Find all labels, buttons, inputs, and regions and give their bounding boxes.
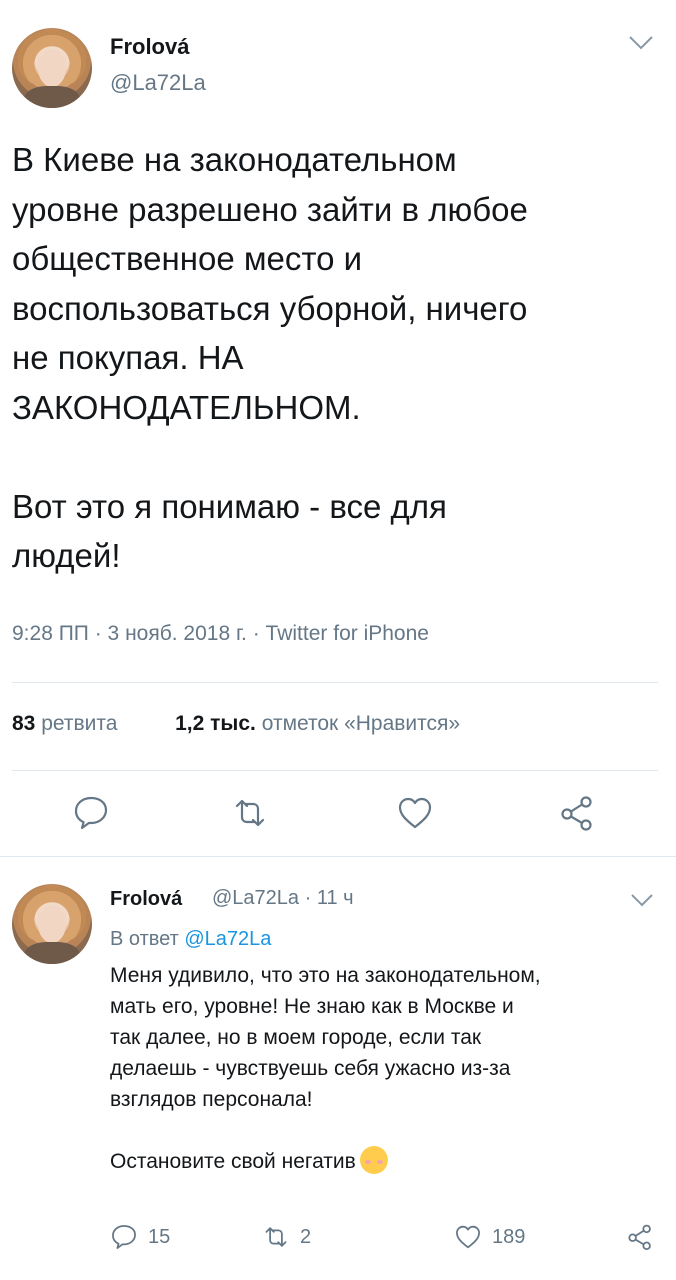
tweet-text: В Киеве на законодательном уровне разреш… bbox=[12, 141, 528, 574]
retweet-icon[interactable] bbox=[231, 794, 269, 832]
share-icon bbox=[628, 1224, 651, 1251]
likes-count[interactable]: 1,2 тыс. bbox=[175, 712, 256, 735]
reply-button[interactable]: 15 bbox=[110, 1222, 170, 1252]
retweet-icon bbox=[265, 1227, 287, 1247]
replying-to: В ответ @La72La bbox=[110, 928, 271, 951]
reply-count: 15 bbox=[148, 1225, 171, 1248]
heart-icon bbox=[456, 1225, 480, 1249]
tweet-stats: 83 ретвита 1,2 тыс. отметок «Нравится» bbox=[12, 712, 460, 736]
chevron-down-icon[interactable] bbox=[630, 892, 654, 908]
like-button[interactable]: 189 bbox=[454, 1222, 525, 1252]
reply-text-body: Меня удивило, что это на законодательном… bbox=[110, 964, 541, 1173]
reply-icon bbox=[112, 1225, 136, 1249]
replying-to-link[interactable]: @La72La bbox=[184, 928, 271, 950]
chevron-down-icon[interactable] bbox=[628, 34, 654, 52]
author-name[interactable]: Frolová bbox=[110, 34, 189, 60]
retweets-label[interactable]: ретвита bbox=[41, 712, 117, 735]
tweet-timestamp: 9:28 ПП · 3 нояб. 2018 г. · Twitter for … bbox=[12, 622, 429, 645]
retweets-count[interactable]: 83 bbox=[12, 712, 35, 735]
reply-handle-time[interactable]: @La72La · 11 ч bbox=[212, 887, 354, 910]
likes-label[interactable]: отметок «Нравится» bbox=[262, 712, 460, 735]
avatar[interactable] bbox=[12, 28, 92, 108]
retweet-count: 2 bbox=[300, 1225, 312, 1248]
author-handle[interactable]: @La72La bbox=[110, 70, 206, 96]
divider bbox=[12, 682, 658, 683]
heart-icon[interactable] bbox=[396, 794, 434, 832]
share-icon[interactable] bbox=[558, 794, 596, 832]
reply-author-name[interactable]: Frolová bbox=[110, 888, 182, 911]
divider bbox=[12, 770, 658, 771]
blush-emoji-icon bbox=[359, 1146, 388, 1174]
replying-prefix: В ответ bbox=[110, 928, 185, 950]
avatar[interactable] bbox=[12, 884, 92, 964]
reply-text: Меня удивило, что это на законодательном… bbox=[110, 960, 660, 1177]
divider bbox=[0, 856, 676, 857]
retweet-button[interactable]: 2 bbox=[262, 1222, 311, 1252]
reply-icon[interactable] bbox=[72, 794, 110, 832]
share-button[interactable] bbox=[626, 1222, 664, 1252]
like-count: 189 bbox=[492, 1225, 526, 1248]
